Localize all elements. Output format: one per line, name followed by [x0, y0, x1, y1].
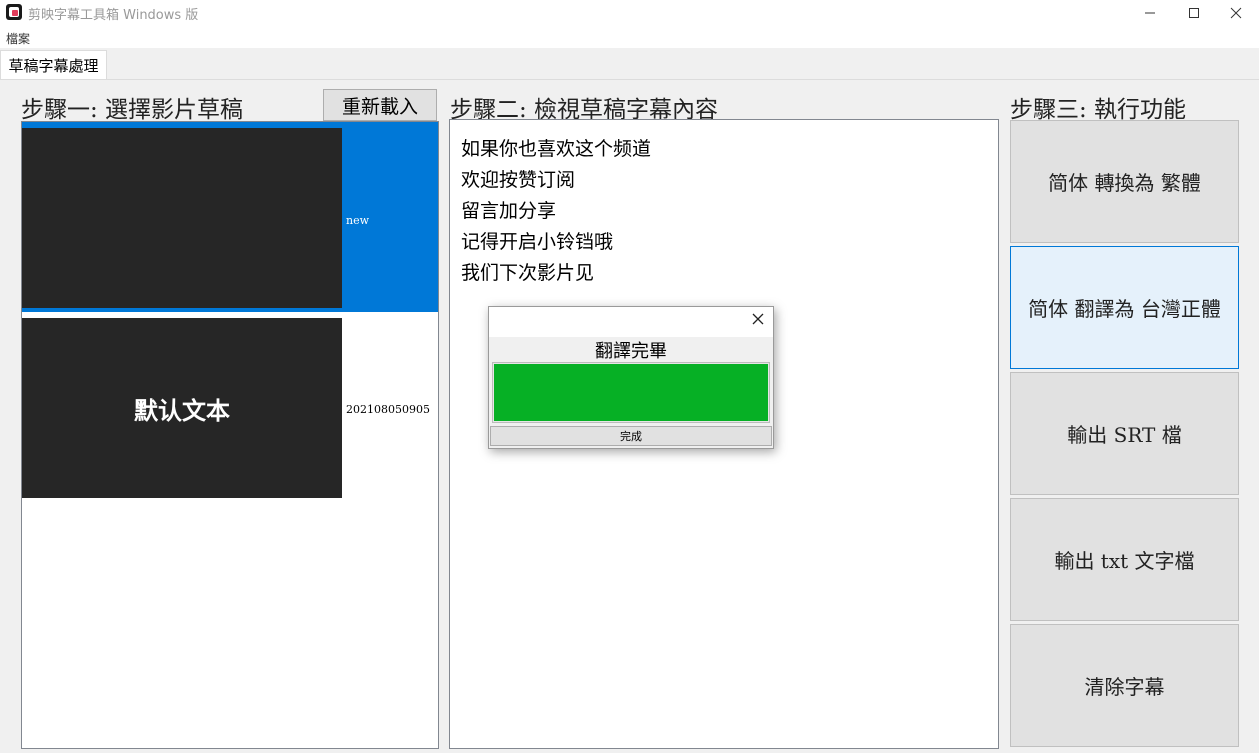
step1-heading: 步驟一: 選擇影片草稿	[21, 97, 244, 123]
dialog-title-bar	[489, 307, 773, 337]
subtitle-line: 留言加分享	[461, 200, 557, 222]
maximize-icon	[1189, 8, 1199, 18]
menu-bar	[0, 26, 1259, 48]
maximize-button[interactable]	[1171, 0, 1217, 26]
draft-item-202108050905[interactable]: 默认文本 202108050905	[22, 312, 438, 502]
draft-list[interactable]: new 默认文本 202108050905	[21, 121, 439, 749]
translation-complete-dialog: 翻譯完畢 完成	[488, 306, 774, 449]
tab-draft-subtitles[interactable]: 草稿字幕處理	[0, 50, 107, 79]
progress-fill	[494, 364, 768, 421]
app-icon	[6, 4, 22, 20]
minimize-button[interactable]	[1127, 0, 1173, 26]
subtitle-line: 如果你也喜欢这个频道	[461, 138, 652, 160]
draft-thumbnail	[22, 128, 342, 308]
export-txt-button[interactable]: 輸出 txt 文字檔	[1010, 498, 1239, 621]
draft-name: new	[346, 214, 370, 227]
window-title: 剪映字幕工具箱 Windows 版	[28, 8, 199, 23]
close-button[interactable]	[1213, 0, 1259, 26]
dialog-message: 翻譯完畢	[595, 341, 667, 362]
menu-file[interactable]: 檔案	[6, 30, 30, 47]
subtitle-line: 我们下次影片见	[461, 262, 595, 284]
dialog-done-button[interactable]: 完成	[490, 426, 772, 446]
close-icon	[1230, 7, 1242, 19]
tab-strip	[0, 49, 1259, 80]
subtitle-line: 欢迎按赞订阅	[461, 169, 576, 191]
draft-item-new[interactable]: new	[22, 122, 438, 312]
clear-subtitles-button[interactable]: 清除字幕	[1010, 624, 1239, 747]
reload-button[interactable]: 重新載入	[323, 89, 437, 121]
dialog-close-button[interactable]	[751, 311, 765, 330]
progress-bar	[492, 362, 770, 423]
step3-heading: 步驟三: 執行功能	[1010, 97, 1187, 123]
export-srt-button[interactable]: 輸出 SRT 檔	[1010, 372, 1239, 495]
convert-simplified-to-traditional-button[interactable]: 简体 轉換為 繁體	[1010, 120, 1239, 243]
translate-to-taiwan-traditional-button[interactable]: 简体 翻譯為 台灣正體	[1010, 246, 1239, 369]
minimize-icon	[1145, 12, 1155, 14]
draft-thumbnail: 默认文本	[22, 318, 342, 498]
subtitle-line: 记得开启小铃铛哦	[461, 231, 614, 253]
close-icon	[752, 313, 764, 325]
draft-name: 202108050905	[346, 403, 430, 416]
